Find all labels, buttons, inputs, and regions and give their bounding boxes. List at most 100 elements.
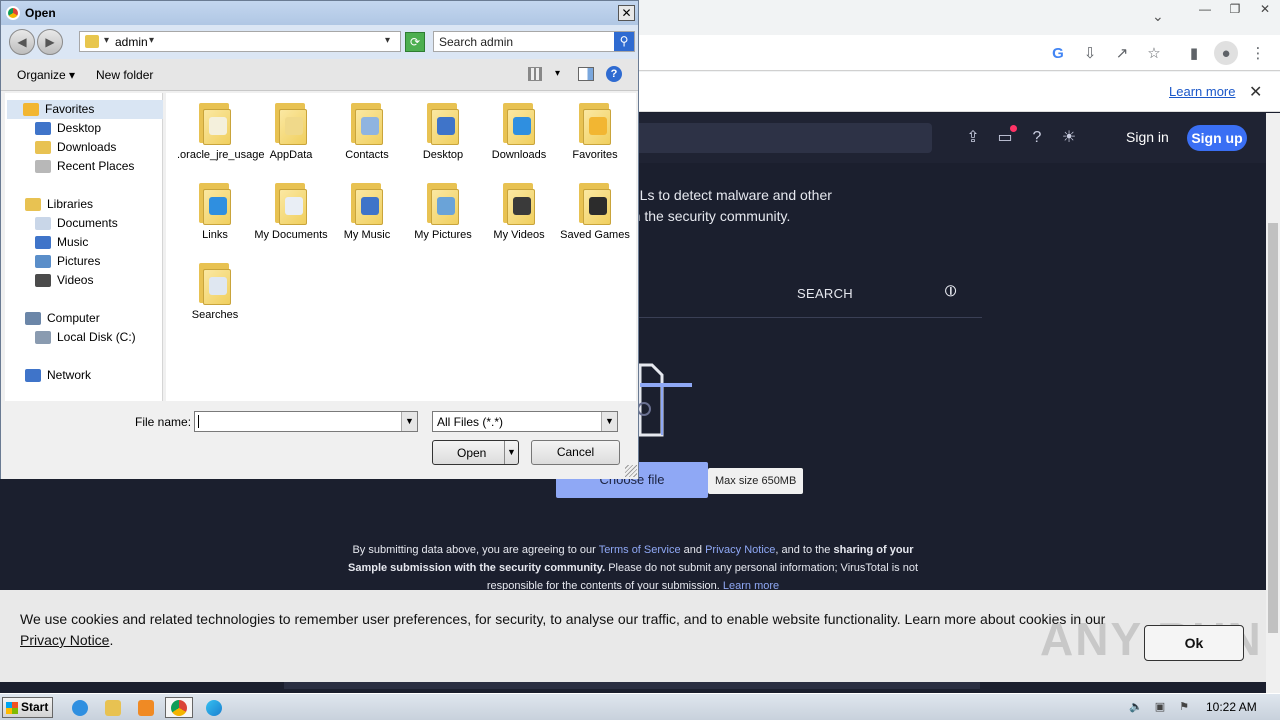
change-view-icon[interactable] (528, 67, 542, 81)
music-icon (35, 236, 51, 249)
forward-button[interactable]: ▶ (37, 29, 63, 55)
nav-item-pictures[interactable]: Pictures (35, 252, 100, 271)
nav-item-documents[interactable]: Documents (35, 214, 118, 233)
privacy-notice-link[interactable]: Privacy Notice (20, 632, 109, 648)
preview-pane-icon[interactable] (578, 67, 594, 81)
folder-item[interactable]: Desktop (405, 95, 481, 162)
refresh-icon[interactable]: ⟳ (405, 32, 425, 52)
bookmark-star-icon[interactable]: ☆ (1144, 43, 1164, 63)
dialog-navbar: ◀ ▶ ▾ admin ▾ ▾ ⟳ Search admin ⚲ (1, 25, 638, 59)
chevron-down-icon[interactable]: ▼ (401, 412, 417, 431)
file-name-input[interactable]: ▼ (194, 411, 418, 432)
theme-toggle-icon[interactable]: ☀ (1058, 127, 1080, 149)
breadcrumb-chevron-icon[interactable]: ▾ (104, 35, 109, 46)
chevron-down-icon[interactable]: ▼ (601, 412, 617, 431)
open-options-chevron-icon[interactable]: ▼ (504, 441, 518, 464)
nav-item-computer[interactable]: Computer (25, 309, 100, 328)
nav-item-favorites[interactable]: Favorites (7, 100, 163, 119)
download-icon[interactable]: ⇩ (1080, 43, 1100, 63)
folder-item[interactable]: AppData (253, 95, 329, 162)
open-label: Open (457, 446, 487, 460)
address-bar[interactable]: ▾ admin ▾ ▾ (79, 31, 401, 52)
side-panel-icon[interactable]: ▮ (1184, 43, 1204, 63)
nav-item-desktop[interactable]: Desktop (35, 119, 101, 138)
favorites-folder-icon (577, 101, 613, 145)
minimize-button[interactable]: — (1190, 0, 1220, 18)
address-dropdown-icon[interactable]: ▾ (385, 35, 390, 46)
explorer-icon[interactable] (99, 697, 127, 718)
legal-text: By submitting data above, you are agreei… (352, 544, 599, 556)
folder-item[interactable]: Saved Games (557, 175, 633, 242)
page-scrollbar[interactable] (1266, 113, 1280, 693)
privacy-notice-link[interactable]: Privacy Notice (705, 544, 775, 556)
breadcrumb-chevron-icon[interactable]: ▾ (149, 35, 154, 46)
folder-item[interactable]: My Documents (253, 175, 329, 242)
view-dropdown-icon[interactable]: ▾ (555, 68, 560, 79)
nav-item-local-disk[interactable]: Local Disk (C:) (35, 328, 136, 347)
new-folder-button[interactable]: New folder (96, 68, 153, 82)
upload-icon[interactable]: ⇪ (962, 127, 984, 149)
file-list: .oracle_jre_usage AppData Contacts Deskt… (166, 93, 636, 401)
organize-menu[interactable]: Organize ▾ (17, 68, 75, 82)
back-button[interactable]: ◀ (9, 29, 35, 55)
chevron-down-icon[interactable]: ⌄ (1152, 8, 1164, 25)
folder-item[interactable]: .oracle_jre_usage (177, 95, 264, 162)
folder-item[interactable]: Contacts (329, 95, 405, 162)
edge-icon[interactable] (200, 697, 228, 718)
folder-item[interactable]: Links (177, 175, 253, 242)
nav-item-libraries[interactable]: Libraries (25, 195, 93, 214)
learn-more-link[interactable]: Learn more (1169, 84, 1235, 99)
flag-icon[interactable]: ⚑ (1177, 700, 1191, 714)
clock[interactable]: 10:22 AM (1206, 700, 1257, 714)
nav-item-music[interactable]: Music (35, 233, 88, 252)
close-icon[interactable]: ✕ (1249, 82, 1262, 102)
folder-item[interactable]: Searches (177, 255, 253, 322)
cookie-ok-button[interactable]: Ok (1144, 625, 1244, 661)
search-icon[interactable]: ⚲ (614, 32, 634, 51)
share-icon[interactable]: ↗ (1112, 43, 1132, 63)
open-button[interactable]: Open ▼ (432, 440, 519, 465)
chrome-icon[interactable] (165, 697, 193, 718)
search-placeholder: Search admin (439, 35, 514, 49)
documents-folder-icon (273, 181, 309, 225)
folder-item[interactable]: My Music (329, 175, 405, 242)
address-path[interactable]: admin (115, 35, 148, 49)
legal-text: and (680, 544, 706, 556)
menu-icon[interactable]: ⋮ (1248, 43, 1268, 63)
google-icon[interactable]: G (1048, 43, 1068, 63)
sign-in-link[interactable]: Sign in (1126, 129, 1169, 145)
nav-label: Music (57, 235, 89, 249)
nav-item-downloads[interactable]: Downloads (35, 138, 116, 157)
nav-item-recent-places[interactable]: Recent Places (35, 157, 134, 176)
nav-item-network[interactable]: Network (25, 366, 91, 385)
dialog-titlebar[interactable]: Open ✕ (1, 1, 638, 25)
nav-item-videos[interactable]: Videos (35, 271, 93, 290)
restore-button[interactable]: ❐ (1220, 0, 1250, 18)
media-player-icon[interactable] (132, 697, 160, 718)
search-input[interactable]: Search admin ⚲ (433, 31, 635, 52)
terms-of-service-link[interactable]: Terms of Service (599, 544, 681, 556)
profile-icon[interactable]: ● (1214, 41, 1238, 65)
scroll-thumb[interactable] (1268, 223, 1278, 633)
tab-search[interactable]: SEARCH (797, 286, 853, 301)
dialog-footer: File name: ▼ All Files (*.*) ▼ Open ▼ Ca… (1, 401, 638, 479)
folder-item[interactable]: Favorites (557, 95, 633, 162)
fingerprint-icon[interactable]: ⦶ (945, 283, 957, 301)
start-button[interactable]: Start (2, 697, 53, 718)
nav-label: Downloads (57, 140, 117, 154)
cancel-button[interactable]: Cancel (531, 440, 620, 465)
ie-icon[interactable] (66, 697, 94, 718)
volume-icon[interactable]: 🔈 (1129, 700, 1143, 714)
folder-item[interactable]: My Pictures (405, 175, 481, 242)
file-type-select[interactable]: All Files (*.*) ▼ (432, 411, 618, 432)
resize-grip[interactable] (625, 465, 637, 477)
file-type-value: All Files (*.*) (437, 415, 504, 429)
folder-item[interactable]: Downloads (481, 95, 557, 162)
network-tray-icon[interactable]: ▣ (1153, 700, 1167, 714)
dialog-close-button[interactable]: ✕ (618, 5, 635, 21)
close-window-button[interactable]: ✕ (1250, 0, 1280, 18)
sign-up-button[interactable]: Sign up (1187, 125, 1247, 151)
help-icon[interactable]: ? (1026, 127, 1048, 149)
help-icon[interactable]: ? (606, 66, 622, 82)
folder-item[interactable]: My Videos (481, 175, 557, 242)
